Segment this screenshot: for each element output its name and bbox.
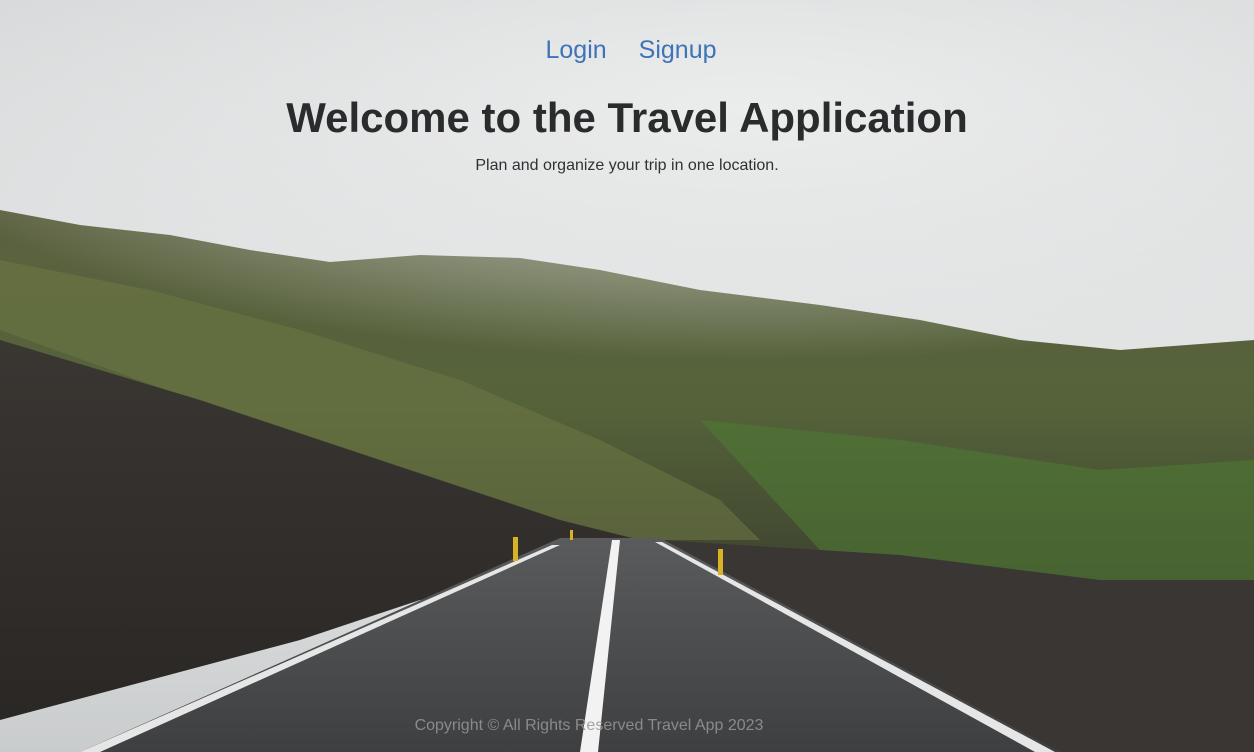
landing-page: Login Signup Welcome to the Travel Appli…	[0, 0, 1254, 752]
top-nav: Login Signup	[0, 36, 1254, 65]
signup-link[interactable]: Signup	[639, 36, 717, 65]
page-title: Welcome to the Travel Application	[286, 94, 968, 141]
footer-copyright: Copyright © All Rights Reserved Travel A…	[414, 717, 764, 734]
login-link[interactable]: Login	[545, 36, 606, 65]
page-subtitle: Plan and organize your trip in one locat…	[475, 157, 779, 174]
